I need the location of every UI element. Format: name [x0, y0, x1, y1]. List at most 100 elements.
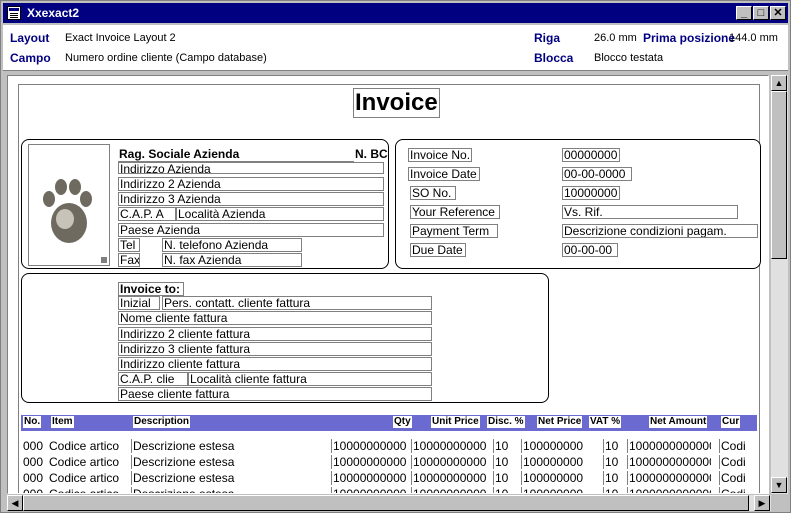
- cell-vat[interactable]: 10: [603, 455, 623, 469]
- invoice-details-box[interactable]: Invoice No. 00000000 Invoice Date 00-00-…: [395, 139, 761, 269]
- cell-qty[interactable]: 10000000000: [331, 487, 409, 493]
- column-net-amount[interactable]: Net Amount: [649, 416, 708, 428]
- column-item[interactable]: Item: [51, 416, 74, 428]
- company-cap-field[interactable]: C.A.P. A: [118, 207, 176, 221]
- cell-disc[interactable]: 10: [493, 471, 511, 485]
- company-country-field[interactable]: Paese Azienda: [118, 223, 384, 237]
- invoice-no-field[interactable]: 00000000: [562, 148, 620, 162]
- cell-cur[interactable]: Codi: [719, 471, 749, 485]
- cell-desc[interactable]: Descrizione estesa: [131, 471, 327, 485]
- cell-disc[interactable]: 10: [493, 487, 511, 493]
- cell-vat[interactable]: 10: [603, 471, 623, 485]
- due-date-field[interactable]: 00-00-00: [562, 243, 618, 257]
- customer-city-field[interactable]: Località cliente fattura: [188, 372, 432, 386]
- company-box[interactable]: Rag. Sociale Azienda N. BC Indirizzo Azi…: [21, 139, 389, 269]
- cell-disc[interactable]: 10: [493, 439, 511, 453]
- invoice-title[interactable]: Invoice: [353, 88, 440, 118]
- cell-desc[interactable]: Descrizione estesa: [131, 487, 327, 493]
- cell-no[interactable]: 000: [23, 471, 45, 485]
- cell-item[interactable]: Codice artico: [49, 471, 129, 485]
- cell-unit[interactable]: 10000000000: [411, 487, 489, 493]
- so-no-field[interactable]: 10000000: [562, 186, 620, 200]
- your-reference-field[interactable]: Vs. Rif.: [562, 205, 738, 219]
- cell-item[interactable]: Codice artico: [49, 455, 129, 469]
- cell-unit[interactable]: 10000000000: [411, 471, 489, 485]
- payment-term-field[interactable]: Descrizione condizioni pagam.: [562, 224, 758, 238]
- payment-term-label[interactable]: Payment Term: [410, 224, 498, 238]
- invoice-no-label[interactable]: Invoice No.: [408, 148, 472, 162]
- cell-unit[interactable]: 10000000000: [411, 439, 489, 453]
- column-vat[interactable]: VAT %: [589, 416, 622, 428]
- vertical-scrollbar[interactable]: ▲ ▼: [771, 75, 788, 494]
- company-address-field[interactable]: Indirizzo Azienda: [118, 162, 384, 174]
- customer-address2-field[interactable]: Indirizzo 2 cliente fattura: [118, 327, 432, 341]
- column-currency[interactable]: Cur: [721, 416, 741, 428]
- cell-amount[interactable]: 1000000000000: [627, 487, 711, 493]
- cell-no[interactable]: 000: [23, 439, 45, 453]
- so-no-label[interactable]: SO No.: [410, 186, 456, 200]
- company-tel-field[interactable]: N. telefono Azienda: [162, 238, 302, 252]
- your-reference-label[interactable]: Your Reference: [410, 205, 500, 219]
- cell-net[interactable]: 100000000: [521, 439, 601, 453]
- cell-qty[interactable]: 10000000000: [331, 439, 409, 453]
- company-address2-field[interactable]: Indirizzo 2 Azienda: [118, 177, 384, 191]
- company-city-field[interactable]: Località Azienda: [176, 207, 384, 221]
- column-unit-price[interactable]: Unit Price: [431, 416, 480, 428]
- company-fax-label[interactable]: Fax: [118, 253, 140, 267]
- invoice-to-heading[interactable]: Invoice to:: [118, 282, 184, 296]
- cell-amount[interactable]: 1000000000000: [627, 439, 711, 453]
- cell-net[interactable]: 100000000: [521, 455, 601, 469]
- system-menu-icon[interactable]: [7, 6, 21, 20]
- pawprint-logo[interactable]: [28, 144, 110, 266]
- cell-amount[interactable]: 1000000000000: [627, 471, 711, 485]
- customer-address3-field[interactable]: Indirizzo 3 cliente fattura: [118, 342, 432, 356]
- cell-net[interactable]: 100000000: [521, 487, 601, 493]
- customer-name-field[interactable]: Nome cliente fattura: [118, 311, 432, 325]
- arrow-left-icon[interactable]: ◀: [7, 495, 23, 511]
- cell-amount[interactable]: 1000000000000: [627, 455, 711, 469]
- arrow-down-icon[interactable]: ▼: [771, 477, 787, 493]
- invoice-date-field[interactable]: 00-00-0000: [562, 167, 632, 181]
- cell-vat[interactable]: 10: [603, 487, 623, 493]
- column-net-price[interactable]: Net Price: [537, 416, 583, 428]
- invoice-date-label[interactable]: Invoice Date: [408, 167, 480, 181]
- close-button[interactable]: ✕: [770, 6, 786, 20]
- invoice-page[interactable]: Invoice Rag. Sociale Azienda N. BC Indir…: [18, 84, 761, 493]
- customer-country-field[interactable]: Paese cliente fattura: [118, 387, 432, 401]
- customer-contact-field[interactable]: Pers. contatt. cliente fattura: [162, 296, 432, 310]
- cell-desc[interactable]: Descrizione estesa: [131, 439, 327, 453]
- due-date-label[interactable]: Due Date: [410, 243, 466, 257]
- arrow-up-icon[interactable]: ▲: [771, 75, 787, 91]
- company-nbc-field[interactable]: N. BC: [354, 148, 390, 162]
- cell-unit[interactable]: 10000000000: [411, 455, 489, 469]
- customer-cap-field[interactable]: C.A.P. clie: [118, 372, 188, 386]
- vertical-scroll-thumb[interactable]: [771, 91, 787, 259]
- company-name-field[interactable]: Rag. Sociale Azienda: [118, 148, 354, 162]
- cell-item[interactable]: Codice artico: [49, 487, 129, 493]
- cell-item[interactable]: Codice artico: [49, 439, 129, 453]
- cell-disc[interactable]: 10: [493, 455, 511, 469]
- invoice-to-box[interactable]: Invoice to: Inizial Pers. contatt. clien…: [21, 273, 549, 403]
- layout-canvas[interactable]: Invoice Rag. Sociale Azienda N. BC Indir…: [7, 75, 769, 494]
- arrow-right-icon[interactable]: ▶: [754, 495, 770, 511]
- customer-address-field[interactable]: Indirizzo cliente fattura: [118, 357, 432, 371]
- cell-cur[interactable]: Codi: [719, 487, 749, 493]
- cell-no[interactable]: 000: [23, 487, 45, 493]
- minimize-button[interactable]: _: [736, 6, 752, 20]
- title-bar[interactable]: Xxexact2 _ □ ✕: [3, 3, 788, 23]
- cell-qty[interactable]: 10000000000: [331, 471, 409, 485]
- cell-desc[interactable]: Descrizione estesa: [131, 455, 327, 469]
- cell-cur[interactable]: Codi: [719, 455, 749, 469]
- cell-cur[interactable]: Codi: [719, 439, 749, 453]
- horizontal-scrollbar[interactable]: ◀ ▶: [7, 495, 771, 511]
- cell-qty[interactable]: 10000000000: [331, 455, 409, 469]
- company-fax-field[interactable]: N. fax Azienda: [162, 253, 302, 267]
- company-tel-label[interactable]: Tel: [118, 238, 140, 252]
- cell-no[interactable]: 000: [23, 455, 45, 469]
- column-discount[interactable]: Disc. %: [487, 416, 525, 428]
- maximize-button[interactable]: □: [753, 6, 769, 20]
- column-description[interactable]: Description: [133, 416, 191, 428]
- column-qty[interactable]: Qty: [393, 416, 412, 428]
- cell-net[interactable]: 100000000: [521, 471, 601, 485]
- customer-initials-field[interactable]: Inizial: [118, 296, 160, 310]
